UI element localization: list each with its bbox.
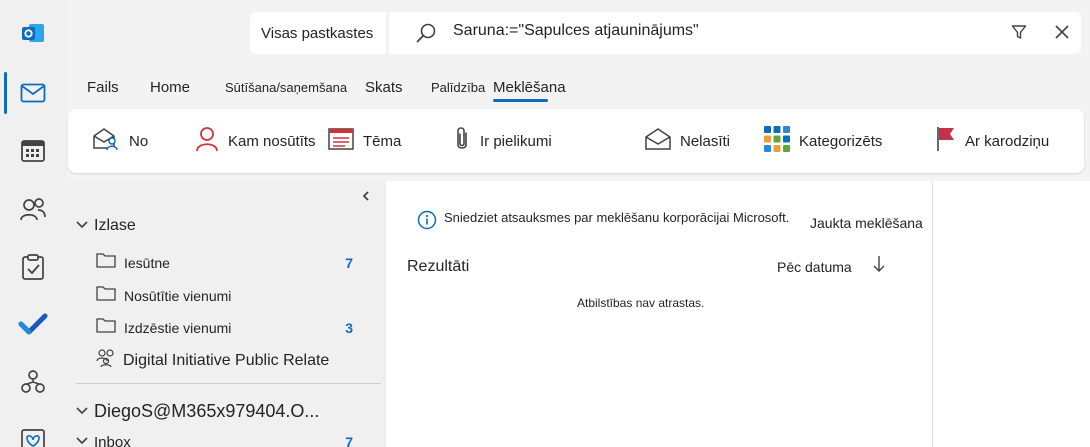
- subject-icon: [327, 127, 363, 155]
- favorites-title: Izlase: [94, 217, 136, 234]
- active-tab-indicator: [493, 99, 548, 102]
- group-people-icon: [96, 348, 116, 373]
- folder-icon: [96, 252, 116, 273]
- calendar-icon[interactable]: [14, 132, 52, 170]
- reading-pane: [932, 181, 1090, 447]
- collapse-pane-icon[interactable]: [361, 190, 371, 205]
- account-inbox-count: 7: [345, 434, 353, 447]
- search-icon: [415, 22, 437, 49]
- from-icon: [91, 126, 129, 156]
- categories-icon: [763, 125, 799, 157]
- sent-to-label: Kam nosūtīts: [228, 132, 316, 150]
- account-title: DiegoS@M365x979404.O...: [94, 401, 320, 421]
- app-rail: [0, 0, 66, 447]
- folder-divider: [76, 383, 381, 384]
- tab-view[interactable]: Skats: [365, 79, 403, 96]
- envelope-open-icon: [644, 127, 680, 155]
- has-attachments-label: Ir pielikumi: [480, 132, 552, 150]
- chevron-down-icon: [76, 403, 88, 421]
- people-icon[interactable]: [14, 190, 52, 228]
- tab-search[interactable]: Meklēšana: [493, 79, 566, 96]
- sort-by-date-button[interactable]: Pēc datuma: [777, 259, 852, 275]
- favorites-header[interactable]: Izlase: [76, 217, 136, 235]
- close-search-icon[interactable]: [1055, 25, 1069, 44]
- has-attachments-button[interactable]: Ir pielikumi: [452, 122, 552, 160]
- search-scope-dropdown[interactable]: Visas pastkastes: [250, 12, 386, 54]
- categorized-button[interactable]: Kategorizēts: [763, 122, 882, 160]
- rail-active-indicator: [4, 72, 7, 114]
- sent-to-button[interactable]: Kam nosūtīts: [194, 122, 316, 160]
- tab-file[interactable]: Fails: [87, 79, 119, 96]
- categorized-label: Kategorizēts: [799, 132, 883, 150]
- group-item[interactable]: Digital Initiative Public Relate: [96, 348, 329, 373]
- search-scope-label: Visas pastkastes: [261, 24, 374, 42]
- unread-button[interactable]: Nelasīti: [644, 122, 730, 160]
- folder-item-deleted[interactable]: Izdzēstie vienumi 3: [96, 317, 353, 338]
- folder-item-sent[interactable]: Nosūtītie vienumi: [96, 285, 353, 306]
- results-heading: Rezultāti: [407, 258, 470, 275]
- feedback-link[interactable]: Sniedziet atsauksmes par meklēšanu korpo…: [444, 210, 789, 225]
- flagged-button[interactable]: Ar karodziņu: [935, 122, 1049, 160]
- sort-arrow-down-icon[interactable]: [872, 255, 886, 278]
- chevron-down-icon: [76, 217, 88, 235]
- subject-button[interactable]: Tēma: [327, 122, 401, 160]
- advanced-search-link[interactable]: Jaukta meklēšana: [810, 215, 923, 231]
- folder-icon: [96, 285, 116, 306]
- unread-count: 7: [345, 254, 353, 271]
- tab-home[interactable]: Home: [150, 79, 190, 96]
- account-header[interactable]: DiegoS@M365x979404.O...: [76, 401, 319, 422]
- outlook-logo-icon: [14, 14, 52, 52]
- folder-item-inbox[interactable]: Iesūtne 7: [96, 252, 353, 273]
- search-input[interactable]: Saruna:="Sapulces atjauninājums": [453, 22, 699, 40]
- folder-label: Izdzēstie vienumi: [124, 319, 232, 336]
- subject-label: Tēma: [363, 132, 402, 150]
- mail-icon[interactable]: [14, 74, 52, 112]
- todo-check-icon[interactable]: [14, 305, 52, 343]
- flag-icon: [935, 125, 965, 157]
- flagged-label: Ar karodziņu: [965, 132, 1050, 150]
- account-inbox-label: Inbox: [94, 433, 131, 447]
- unread-count: 3: [345, 319, 353, 336]
- apps-org-icon[interactable]: [14, 363, 52, 401]
- tasks-icon[interactable]: [14, 248, 52, 286]
- tab-help[interactable]: Palīdzība: [431, 80, 485, 95]
- folder-label: Nosūtītie vienumi: [124, 287, 232, 304]
- filter-icon[interactable]: [1011, 24, 1027, 45]
- tab-send-receive[interactable]: Sūtīšana/saņemšana: [225, 80, 347, 95]
- chevron-down-icon: [76, 433, 88, 447]
- from-button[interactable]: No: [91, 122, 148, 160]
- bookings-icon[interactable]: [14, 420, 52, 447]
- person-icon: [194, 126, 228, 156]
- folder-label: Iesūtne: [124, 254, 170, 271]
- paperclip-icon: [452, 125, 480, 157]
- account-inbox-item[interactable]: Inbox 7: [76, 433, 353, 447]
- folder-icon: [96, 317, 116, 338]
- unread-label: Nelasīti: [680, 132, 731, 150]
- group-label: Digital Initiative Public Relate: [123, 351, 330, 369]
- info-icon: [417, 210, 437, 235]
- from-label: No: [129, 132, 149, 150]
- empty-results-text: Atbilstības nav atrastas.: [577, 296, 705, 310]
